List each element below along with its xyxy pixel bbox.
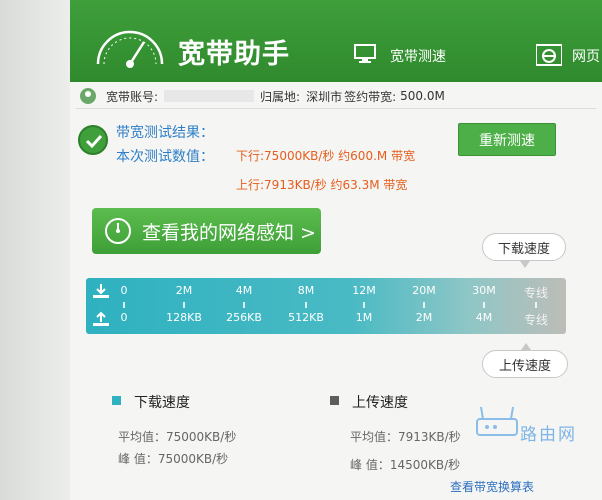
callout-pointer-down	[520, 261, 530, 268]
upload-tick: 4M	[475, 311, 493, 324]
upload-speed-callout: 上传速度	[482, 350, 568, 378]
header-bar: 宽带助手 宽带测速 网页	[70, 0, 602, 82]
result-download: 下行:75000KB/秒 约600.M 带宽	[236, 149, 416, 163]
upload-tick: 专线	[523, 313, 549, 327]
result-subtitle: 本次测试数值：	[116, 149, 214, 165]
upload-tick: 0	[120, 311, 128, 324]
download-speed-callout: 下载速度	[482, 233, 566, 261]
upload-tick: 256KB	[226, 311, 262, 324]
tick-marker	[123, 302, 125, 308]
location-value: 深圳市	[306, 89, 343, 104]
speed-scale-bar: 0 2M 4M 8M 12M 20M 30M 专线 0 128KB 256KB 512KB 1M 2M 4…	[86, 278, 566, 334]
download-tick: 8M	[297, 284, 315, 297]
bandwidth-table-link[interactable]: 查看带宽换算表	[450, 478, 534, 495]
account-value-masked	[164, 90, 255, 102]
download-avg: 平均值：75000KB/秒	[118, 430, 237, 444]
result-title: 带宽测试结果：	[116, 125, 214, 141]
app-title: 宽带助手	[178, 39, 290, 70]
user-icon	[80, 88, 96, 104]
tick-marker	[423, 302, 425, 308]
monitor-icon	[354, 44, 376, 63]
watermark-text: 路由网	[520, 425, 577, 445]
upload-avg: 平均值：7913KB/秒	[350, 430, 461, 444]
background-left	[0, 0, 70, 500]
location-label: 归属地:	[260, 89, 301, 104]
contract-label: 签约带宽:	[344, 89, 397, 104]
result-upload: 上行:7913KB/秒 约63.3M 带宽	[236, 178, 408, 192]
download-tick: 20M	[412, 284, 436, 297]
account-row: 宽带账号: 归属地: 深圳市 签约带宽: 500.0M	[80, 85, 600, 107]
network-perception-button[interactable]: 查看我的网络感知 >	[92, 208, 321, 254]
download-tick: 30M	[472, 284, 496, 297]
divider	[76, 108, 596, 109]
callout-pointer-up	[521, 343, 531, 350]
clock-icon	[105, 218, 131, 244]
nav-speed-test[interactable]: 宽带测速	[390, 46, 446, 66]
upload-legend-swatch	[330, 396, 339, 405]
ie-icon	[536, 44, 562, 66]
tick-marker	[363, 302, 365, 308]
download-tick: 0	[120, 284, 128, 297]
upload-tick-row: 0 128KB 256KB 512KB 1M 2M 4M 专线	[86, 311, 566, 333]
tick-marker	[243, 302, 245, 308]
tick-marker	[483, 302, 485, 308]
download-tick: 4M	[235, 284, 253, 297]
tick-marker	[183, 302, 185, 308]
download-tick: 2M	[175, 284, 193, 297]
contract-value: 500.0M	[400, 89, 445, 103]
upload-tick: 512KB	[288, 311, 324, 324]
check-icon	[78, 125, 108, 155]
download-tick: 12M	[352, 284, 376, 297]
download-tick: 专线	[523, 286, 549, 300]
download-legend-title: 下载速度	[134, 395, 190, 411]
account-label: 宽带账号:	[106, 89, 159, 104]
tick-marker	[305, 302, 307, 308]
upload-peak: 峰 值：14500KB/秒	[350, 458, 461, 472]
download-legend-swatch	[112, 396, 121, 405]
upload-tick: 2M	[415, 311, 433, 324]
nav-web[interactable]: 网页	[572, 46, 600, 66]
upload-tick: 1M	[355, 311, 373, 324]
upload-tick: 128KB	[166, 311, 202, 324]
network-perception-label: 查看我的网络感知 >	[142, 221, 316, 244]
tick-marker	[535, 302, 537, 308]
download-peak: 峰 值：75000KB/秒	[118, 452, 229, 466]
retest-button[interactable]: 重新测速	[458, 123, 556, 156]
gauge-icon	[96, 30, 164, 68]
upload-legend-title: 上传速度	[352, 395, 408, 411]
tick-markers	[86, 302, 566, 308]
